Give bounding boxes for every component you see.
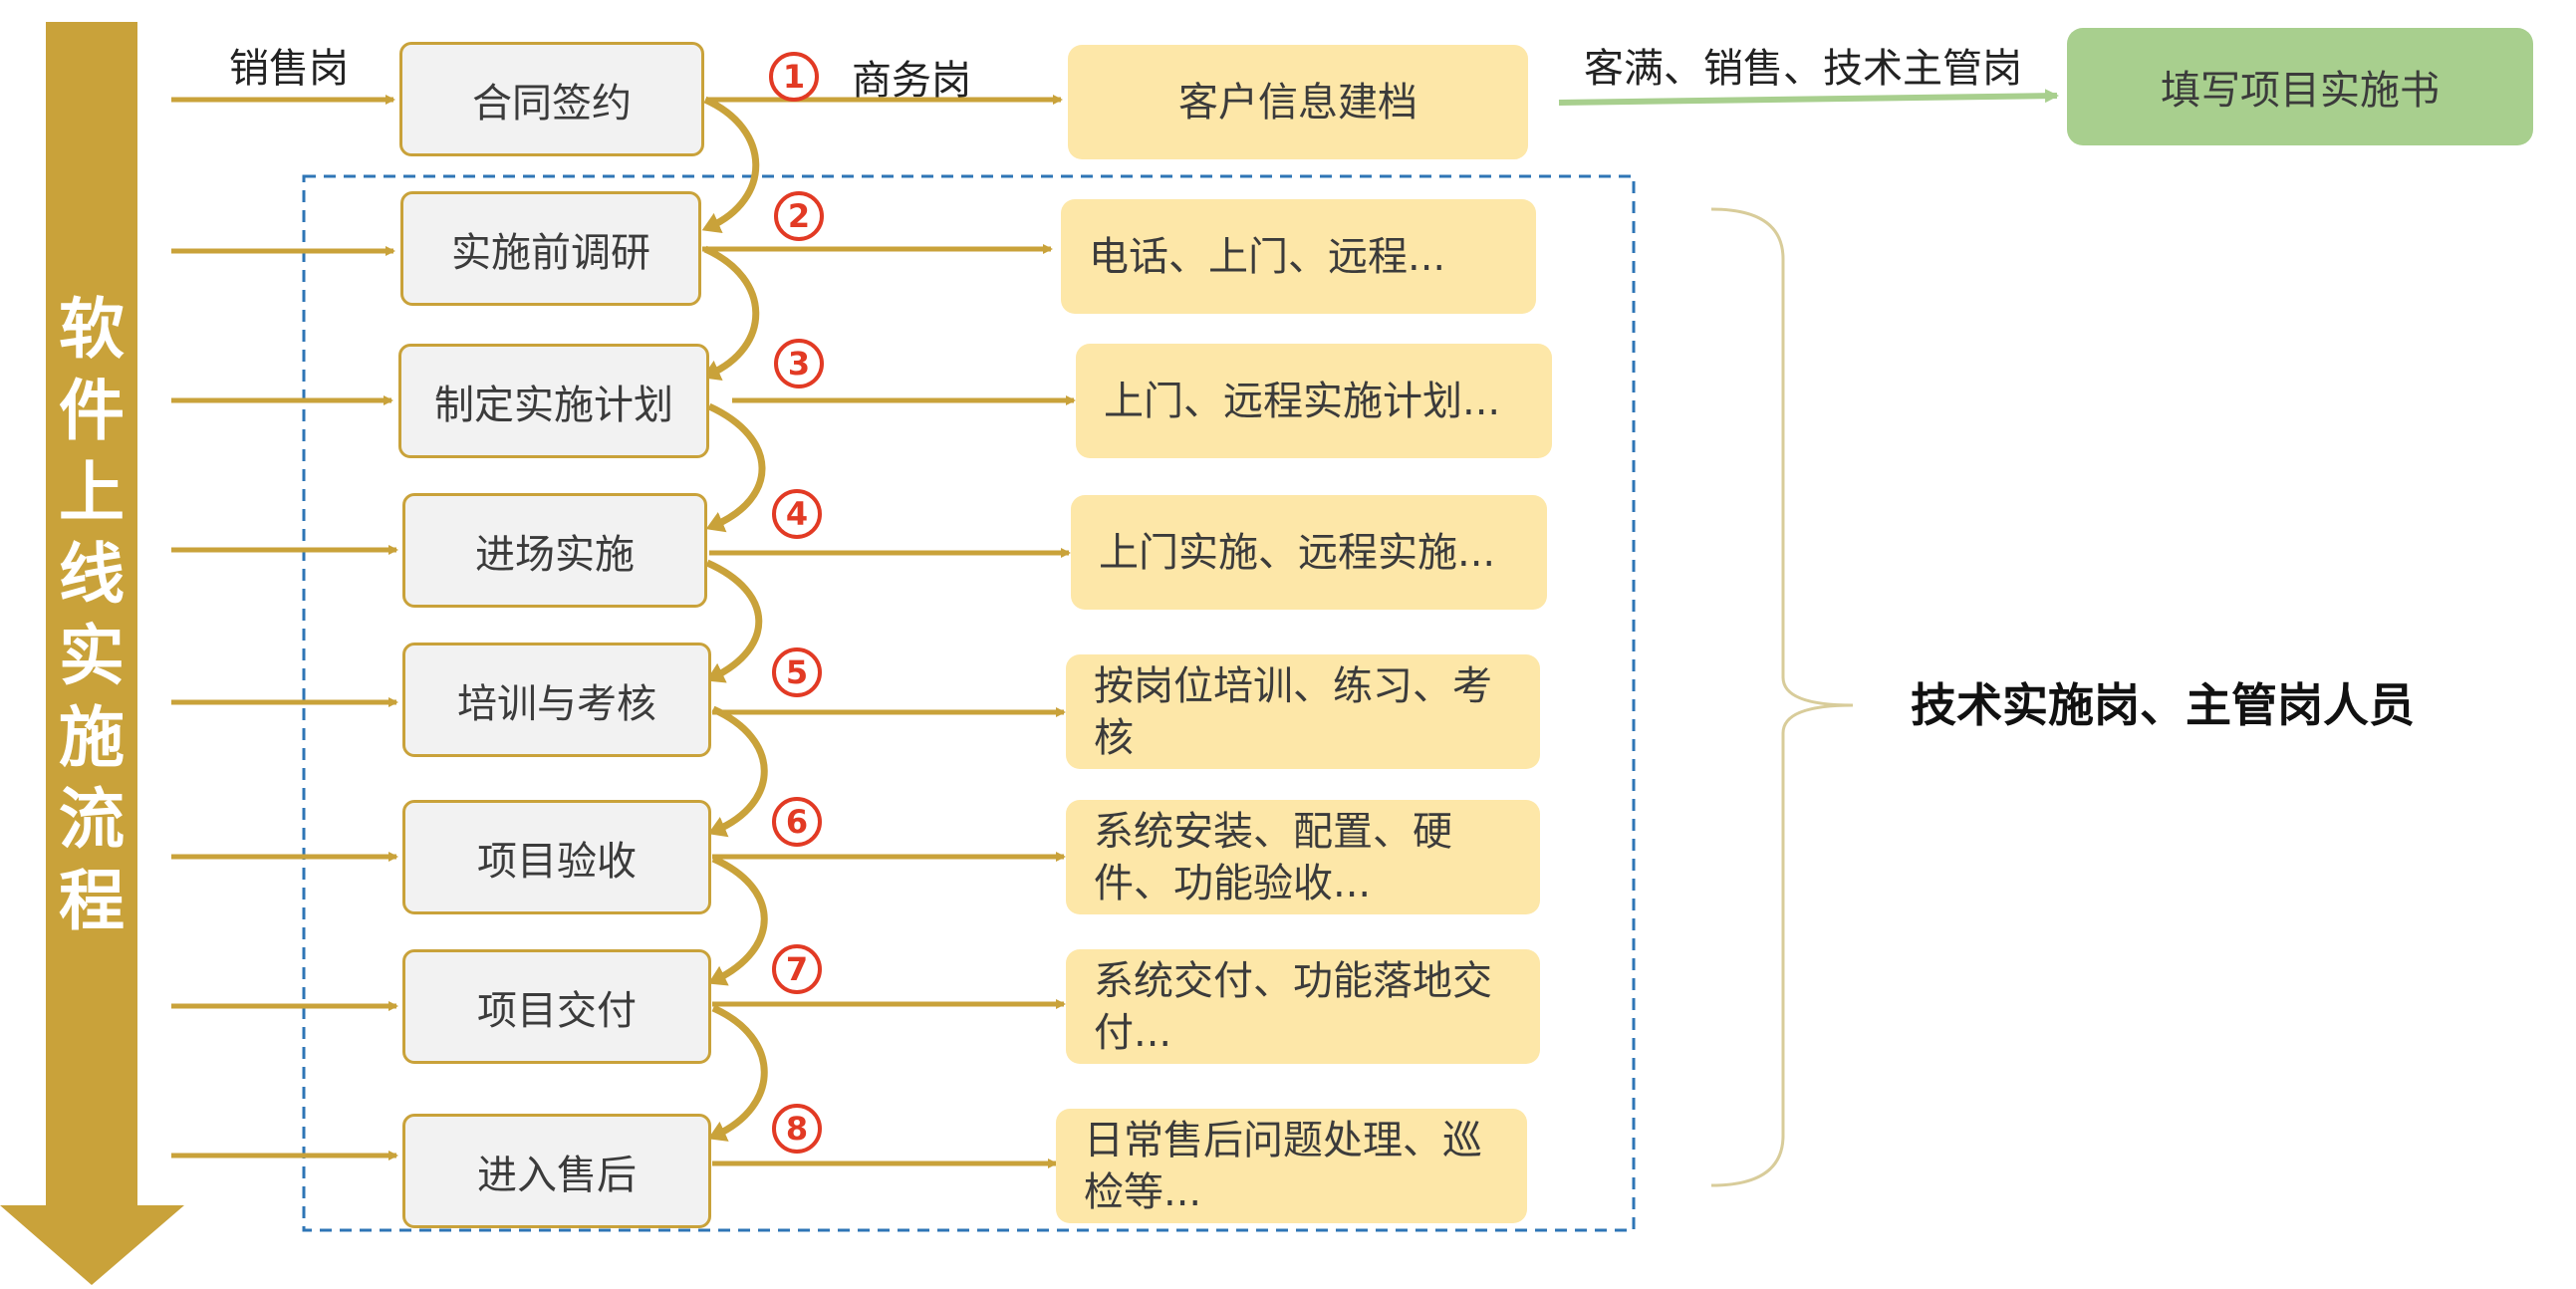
step-number-1: 1	[769, 52, 819, 102]
sales-role-label: 销售岗	[229, 46, 349, 92]
detail-acceptance: 系统安装、配置、硬件、功能验收...	[1066, 800, 1540, 914]
step-delivery: 项目交付	[402, 949, 711, 1064]
step-number-3: 3	[774, 339, 824, 388]
left-feed-arrows	[171, 95, 398, 1160]
step-number-8: 8	[772, 1104, 822, 1154]
green-arrow	[1558, 89, 2059, 106]
step-after-sales: 进入售后	[402, 1114, 711, 1228]
business-role-label: 商务岗	[852, 58, 971, 104]
step-plan: 制定实施计划	[398, 344, 709, 458]
step-acceptance: 项目验收	[402, 800, 711, 914]
detail-research: 电话、上门、远程...	[1061, 199, 1536, 314]
supervisor-roles-label: 客满、销售、技术主管岗	[1584, 46, 2022, 92]
step-training: 培训与考核	[402, 643, 711, 757]
step-onsite: 进场实施	[402, 493, 707, 608]
step-number-2: 2	[774, 191, 824, 241]
step-number-4: 4	[772, 489, 822, 539]
process-title: 软件上线实施流程	[59, 291, 125, 939]
step-number-7: 7	[772, 944, 822, 994]
step-number-5: 5	[772, 647, 822, 697]
detail-training: 按岗位培训、练习、考核	[1066, 654, 1540, 769]
implementation-doc-box: 填写项目实施书	[2067, 28, 2533, 145]
step-connectors	[701, 96, 768, 1142]
step-contract-signing: 合同签约	[399, 42, 704, 156]
responsible-roles: 技术实施岗、主管岗人员	[1911, 678, 2415, 732]
detail-delivery: 系统交付、功能落地交付...	[1066, 949, 1540, 1064]
step-number-6: 6	[772, 797, 822, 847]
flow-canvas	[0, 22, 2059, 1285]
detail-onsite: 上门实施、远程实施...	[1071, 495, 1547, 610]
step-pre-research: 实施前调研	[400, 191, 701, 306]
detail-after-sales: 日常售后问题处理、巡检等...	[1056, 1109, 1527, 1223]
right-brace	[1710, 207, 1854, 1187]
customer-archive-box: 客户信息建档	[1068, 45, 1528, 159]
detail-plan: 上门、远程实施计划...	[1076, 344, 1552, 458]
